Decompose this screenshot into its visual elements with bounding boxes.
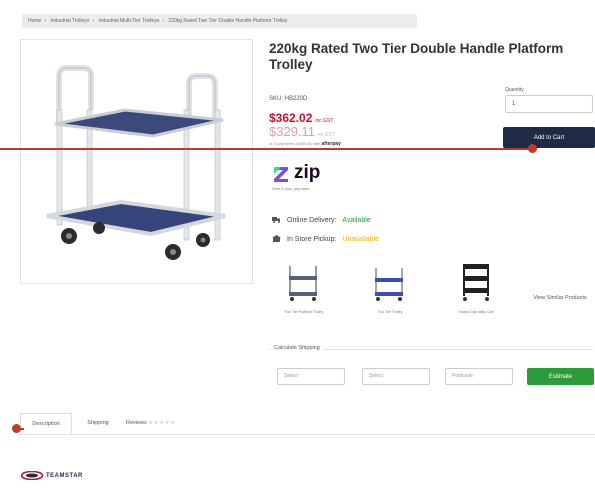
product-image-frame[interactable] xyxy=(20,39,253,284)
product-sku: SKU: HB220D xyxy=(269,96,308,102)
brand-name: TEAMSTAR xyxy=(46,472,83,479)
delivery-label: Online Delivery: xyxy=(287,217,337,224)
state-select[interactable]: Select xyxy=(362,368,430,385)
pickup-label: In Store Pickup: xyxy=(287,236,337,243)
teamstar-logo-icon xyxy=(21,471,43,480)
tab-shipping[interactable]: Shipping xyxy=(80,413,116,434)
breadcrumb-item[interactable]: Industrial Multi-Tier Trolleys xyxy=(98,18,159,24)
annotation-line xyxy=(16,428,24,430)
store-pickup-status: In Store Pickup: Unavailable xyxy=(272,235,379,244)
related-products: Two Tier Platform Trolley Two Tier Troll… xyxy=(272,262,592,327)
rating-stars-icon: ★★★★★ xyxy=(148,420,176,426)
delivery-status: Available xyxy=(342,217,371,224)
tab-description[interactable]: Description xyxy=(20,413,72,434)
price-ex-value: $329.11 xyxy=(269,124,316,139)
related-caption: Two Tier Trolley xyxy=(377,310,403,314)
breadcrumb-item: 220kg Rated Two Tier Double Handle Platf… xyxy=(168,18,288,24)
price-ex-note: ex GST xyxy=(318,132,335,138)
annotation-line xyxy=(0,148,531,150)
related-product-image xyxy=(463,264,489,301)
price-inc-gst: $362.02 inc GST xyxy=(269,111,333,125)
tabs-divider xyxy=(18,434,595,435)
estimate-button[interactable]: Estimate xyxy=(527,368,594,385)
postcode-input[interactable]: Postcode xyxy=(445,368,513,385)
pickup-status: Unavailable xyxy=(342,236,380,243)
related-caption: Two Tier Platform Trolley xyxy=(284,310,324,314)
tab-reviews[interactable]: Reviews ★★★★★ xyxy=(126,413,206,434)
price-ex-gst: $329.11 ex GST xyxy=(269,124,335,139)
related-product-image xyxy=(375,268,403,301)
breadcrumb: Home › Industrial Trolleys › Industrial Mu… xyxy=(22,14,417,28)
country-select[interactable]: Select xyxy=(277,368,345,385)
product-image xyxy=(46,65,226,260)
view-similar-link[interactable]: View Similar Products xyxy=(530,294,590,302)
online-delivery-status: Online Delivery: Available xyxy=(272,216,371,225)
zip-mark-icon xyxy=(272,164,290,182)
afterpay-logo: afterpay xyxy=(321,141,341,147)
quantity-label: Quantity xyxy=(505,87,524,93)
add-to-cart-button[interactable]: Add to Cart xyxy=(503,127,595,148)
annotation-dot xyxy=(528,144,537,153)
related-product-image xyxy=(289,266,317,301)
shipping-title: Calculate Shipping xyxy=(270,345,324,351)
quantity-input[interactable]: 1 xyxy=(505,95,593,113)
breadcrumb-item[interactable]: Industrial Trolleys xyxy=(50,18,89,24)
afterpay-text: or 4 payments of $90.51 with xyxy=(269,141,321,146)
related-product[interactable]: Two Tier Trolley xyxy=(360,262,420,315)
reviews-label: Reviews xyxy=(126,420,147,426)
zip-subtext: Own it now, pay later xyxy=(272,186,310,191)
zip-text: zip xyxy=(294,162,321,183)
afterpay-line[interactable]: or 4 payments of $90.51 with afterpay xyxy=(269,141,341,147)
price-value: $362.02 xyxy=(269,111,313,125)
product-title: 220kg Rated Two Tier Double Handle Platf… xyxy=(269,41,564,72)
related-product[interactable]: Two Tier Platform Trolley xyxy=(274,262,334,315)
truck-icon xyxy=(272,216,281,225)
related-caption: Heavy Duty Utility Cart xyxy=(458,310,494,314)
zip-logo[interactable]: zip xyxy=(272,162,320,184)
related-product[interactable]: Heavy Duty Utility Cart xyxy=(446,262,506,315)
brand-logo: TEAMSTAR xyxy=(21,471,83,480)
breadcrumb-item[interactable]: Home xyxy=(28,18,41,24)
store-icon xyxy=(272,235,281,244)
